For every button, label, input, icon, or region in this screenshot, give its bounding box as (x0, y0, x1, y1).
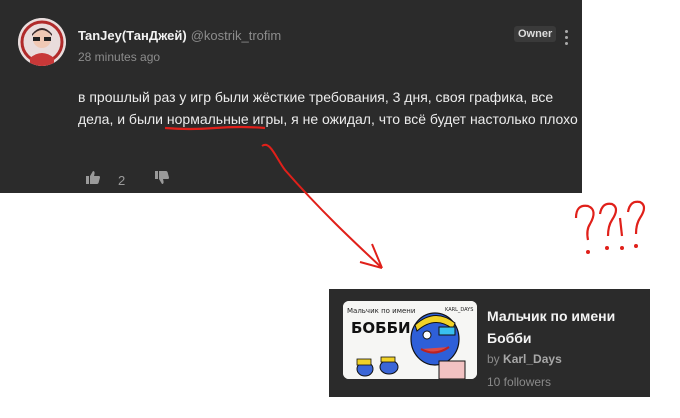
game-thumbnail[interactable]: Мальчик по имени БОББИ KARL_DAYS (343, 301, 477, 379)
question-marks-scribble (574, 200, 646, 254)
author-handle[interactable]: @kostrik_trofim (191, 28, 282, 43)
author-name[interactable]: TanJey(ТанДжей) (78, 28, 187, 43)
game-card[interactable]: Мальчик по имени БОББИ KARL_DAYS Мальчик… (329, 289, 650, 397)
thumb-big-text: БОББИ (351, 319, 411, 337)
red-underline-scribble (164, 125, 265, 131)
thumbs-up-icon[interactable] (86, 171, 100, 189)
owner-badge: Owner (514, 26, 557, 42)
game-author[interactable]: by Karl_Days (487, 352, 562, 366)
comment-actions: 2 (86, 170, 170, 190)
comment-timestamp: 28 minutes ago (78, 50, 161, 64)
game-author-name[interactable]: Karl_Days (503, 352, 562, 366)
kebab-menu-icon[interactable] (563, 30, 569, 46)
comment-author[interactable]: TanJey(ТанДжей) @kostrik_trofim (78, 28, 281, 43)
comment-card: TanJey(ТанДжей) @kostrik_trofim 28 minute… (0, 0, 582, 193)
like-count: 2 (118, 172, 126, 188)
thumb-corner-text: KARL_DAYS (445, 307, 473, 313)
comment-body: в прошлый раз у игр были жёсткие требова… (78, 86, 578, 131)
comment-text-part2: , я не ожидал, что всё будет настолько п… (283, 111, 578, 127)
avatar[interactable] (18, 18, 66, 66)
author-prefix: by (487, 352, 500, 366)
thumb-header-text: Мальчик по имени (347, 307, 415, 315)
thumbs-down-icon[interactable] (155, 171, 170, 189)
game-followers: 10 followers (487, 375, 552, 389)
game-title[interactable]: Мальчик по имени Бобби (487, 305, 637, 349)
highlighted-phrase: нормальные игры (164, 111, 283, 131)
